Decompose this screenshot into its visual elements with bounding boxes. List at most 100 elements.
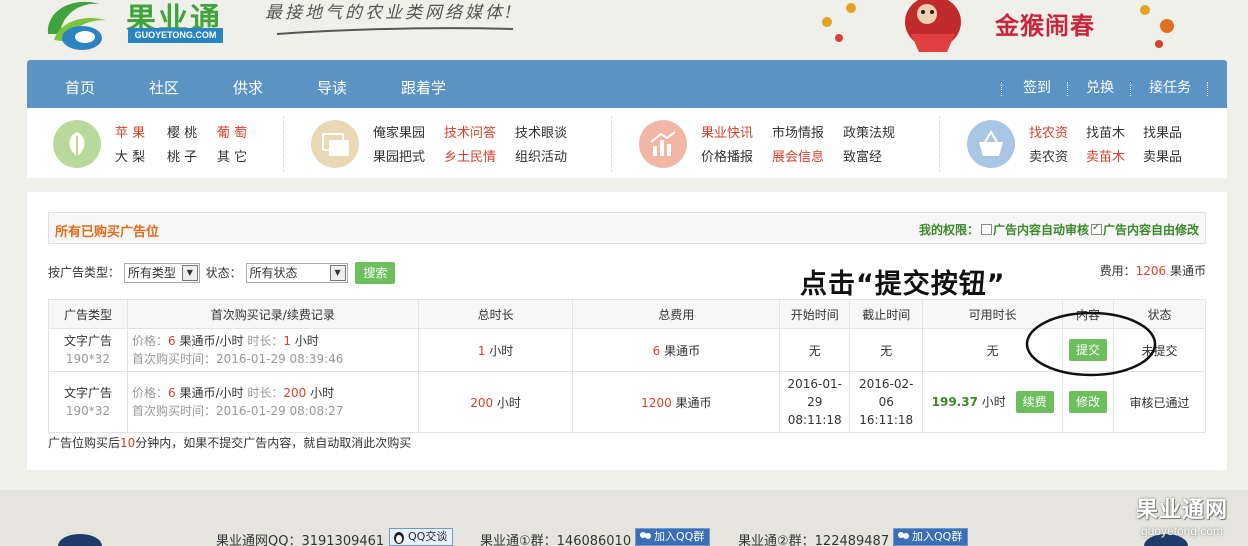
col-header: 开始时间 <box>779 299 851 329</box>
cat-find-supplies[interactable]: 找农资 <box>1029 122 1068 141</box>
nav-separator <box>1001 82 1002 96</box>
cat-orchard-skills[interactable]: 果园把式 <box>373 146 425 165</box>
annotation-text: 点击“提交按钮” <box>800 269 1006 300</box>
total-fee: 1200 <box>641 395 672 410</box>
first-purchase-time: 2016-01-29 08:08:27 <box>215 404 344 418</box>
logo-icon[interactable] <box>40 0 112 52</box>
status-text: 审核已通过 <box>1113 371 1206 433</box>
purchase-record-cell: 价格：6 果通币/小时 时长：200 小时 首次购买时间：2016-01-29 … <box>126 371 419 433</box>
slogan-underline <box>276 27 514 35</box>
price-value: 6 <box>167 386 176 400</box>
cat-peach[interactable]: 桃 子 <box>167 146 197 165</box>
cat-tech-talk[interactable]: 技术眼谈 <box>515 122 567 141</box>
group-icon <box>898 532 909 539</box>
nav-separator <box>1130 82 1131 96</box>
total-fee-cell: 1200 果通币 <box>572 371 781 433</box>
cat-my-orchard[interactable]: 俺家果园 <box>373 122 425 141</box>
divider <box>939 116 940 172</box>
cat-apple[interactable]: 苹 果 <box>115 122 145 141</box>
start-time-part: 08:11:18 <box>787 413 842 427</box>
total-duration-cell: 1 小时 <box>417 328 574 372</box>
purchase-note: 广告位购买后10分钟内，如果不提交广告内容，就自动取消此次购买 <box>48 434 411 451</box>
cat-exhibition[interactable]: 展会信息 <box>772 146 824 165</box>
price-label: 价格： <box>131 334 168 348</box>
nav-tasks[interactable]: 接任务 <box>1149 60 1191 108</box>
nav-learn[interactable]: 跟着学 <box>401 60 446 108</box>
cat-other[interactable]: 其 它 <box>217 146 247 165</box>
divider <box>611 116 612 172</box>
duration-unit: 小时 <box>310 386 335 400</box>
nav-home[interactable]: 首页 <box>65 60 95 108</box>
ad-type-cell: 文字广告 190*32 <box>48 328 128 372</box>
type-filter-label: 按广告类型： <box>48 265 121 280</box>
filter-bar: 按广告类型： 所有类型 ▼ 状态： 所有状态 ▼ 搜索 <box>48 262 396 284</box>
status-select[interactable]: 所有状态 ▼ <box>245 263 348 283</box>
main-nav: 首页 社区 供求 导读 跟着学 签到 兑换 接任务 <box>27 60 1227 108</box>
cat-news-flash[interactable]: 果业快讯 <box>701 122 753 141</box>
edit-button[interactable]: 修改 <box>1069 391 1108 413</box>
nav-separator <box>1207 82 1208 96</box>
cat-sell-fruit[interactable]: 卖果品 <box>1143 146 1182 165</box>
first-purchase-label: 首次购买时间： <box>131 352 216 366</box>
qq-chat-label: QQ交谈 <box>408 530 448 543</box>
free-edit-label: 广告内容自由修改 <box>1102 223 1199 237</box>
ad-type-cell: 文字广告 190*32 <box>48 371 128 433</box>
cat-sell-supplies[interactable]: 卖农资 <box>1029 146 1068 165</box>
cat-pear[interactable]: 大 梨 <box>115 146 145 165</box>
type-select[interactable]: 所有类型 ▼ <box>123 263 200 283</box>
cat-events[interactable]: 组织活动 <box>515 146 567 165</box>
cat-cherry[interactable]: 樱 桃 <box>167 122 197 141</box>
ad-type: 文字广告 <box>63 334 112 348</box>
total-duration: 1 <box>477 343 486 358</box>
chevron-down-icon: ▼ <box>329 265 346 281</box>
cat-wealth[interactable]: 致富经 <box>843 146 882 165</box>
duration-value: 200 <box>283 386 307 400</box>
status-select-value: 所有状态 <box>249 266 298 280</box>
cat-grape[interactable]: 葡 萄 <box>217 122 247 141</box>
cat-rural-life[interactable]: 乡土民情 <box>444 146 496 165</box>
nav-exchange[interactable]: 兑换 <box>1086 60 1114 108</box>
start-date-part-b: 29 <box>807 395 823 409</box>
price-label: 价格： <box>131 386 168 400</box>
permissions: 我的权限： 广告内容自动审核广告内容自由修改 <box>919 221 1199 238</box>
search-button[interactable]: 搜索 <box>355 262 396 284</box>
cat-tech-qa[interactable]: 技术问答 <box>444 122 496 141</box>
cat-market-intel[interactable]: 市场情报 <box>772 122 824 141</box>
fee-unit: 果通币 <box>1169 264 1206 278</box>
nav-community[interactable]: 社区 <box>149 60 179 108</box>
cat-find-fruit[interactable]: 找果品 <box>1143 122 1182 141</box>
panel-titlebar: 所有已购买广告位 我的权限： 广告内容自动审核广告内容自由修改 <box>48 212 1206 244</box>
cat-price-report[interactable]: 价格播报 <box>701 146 753 165</box>
watermark: 果业通网 guoyetong.com <box>1124 492 1240 538</box>
auto-review-checkbox[interactable] <box>980 224 992 235</box>
col-header: 首次购买记录/续费记录 <box>126 299 419 329</box>
cat-policy[interactable]: 政策法规 <box>843 122 895 141</box>
fee-value: 1206 <box>1135 264 1167 278</box>
available-duration-cell: 199.37 小时 续费 <box>922 371 1064 433</box>
cat-sell-seedlings[interactable]: 卖苗木 <box>1086 146 1125 165</box>
col-header: 截止时间 <box>849 299 924 329</box>
table-row: 文字广告 190*32 价格：6 果通币/小时 时长：200 小时 首次购买时间… <box>48 371 1206 433</box>
total-duration: 200 <box>470 395 494 410</box>
renew-button[interactable]: 续费 <box>1015 391 1054 413</box>
category-band: 苹 果 樱 桃 葡 萄 大 梨 桃 子 其 它 俺家果园 技术问答 技术眼谈 果… <box>27 108 1227 178</box>
purchase-record-cell: 价格：6 果通币/小时 时长：1 小时 首次购买时间：2016-01-29 08… <box>126 328 419 372</box>
duration-value: 1 <box>283 334 291 348</box>
basket-icon <box>967 120 1015 168</box>
nav-guide[interactable]: 导读 <box>317 60 347 108</box>
col-header: 广告类型 <box>48 299 128 329</box>
duration-label: 时长： <box>247 386 284 400</box>
type-select-value: 所有类型 <box>127 266 176 280</box>
total-duration-unit: 小时 <box>496 395 521 410</box>
cat-find-seedlings[interactable]: 找苗木 <box>1086 122 1125 141</box>
note-prefix: 广告位购买后 <box>48 436 121 450</box>
total-duration-unit: 小时 <box>489 343 514 358</box>
footer-group2: 果业通②群：122489487 <box>738 534 890 546</box>
leaf-icon <box>53 120 101 168</box>
nav-checkin[interactable]: 签到 <box>1023 60 1051 108</box>
free-edit-checkbox[interactable] <box>1090 222 1102 235</box>
site-footer: 果业通网QQ：3191309461 QQ交谈 果业通①群：146086010 加… <box>0 490 1248 546</box>
ad-size: 190*32 <box>65 404 111 418</box>
available-duration: 199.37 <box>931 395 978 409</box>
nav-supply-demand[interactable]: 供求 <box>233 60 263 108</box>
